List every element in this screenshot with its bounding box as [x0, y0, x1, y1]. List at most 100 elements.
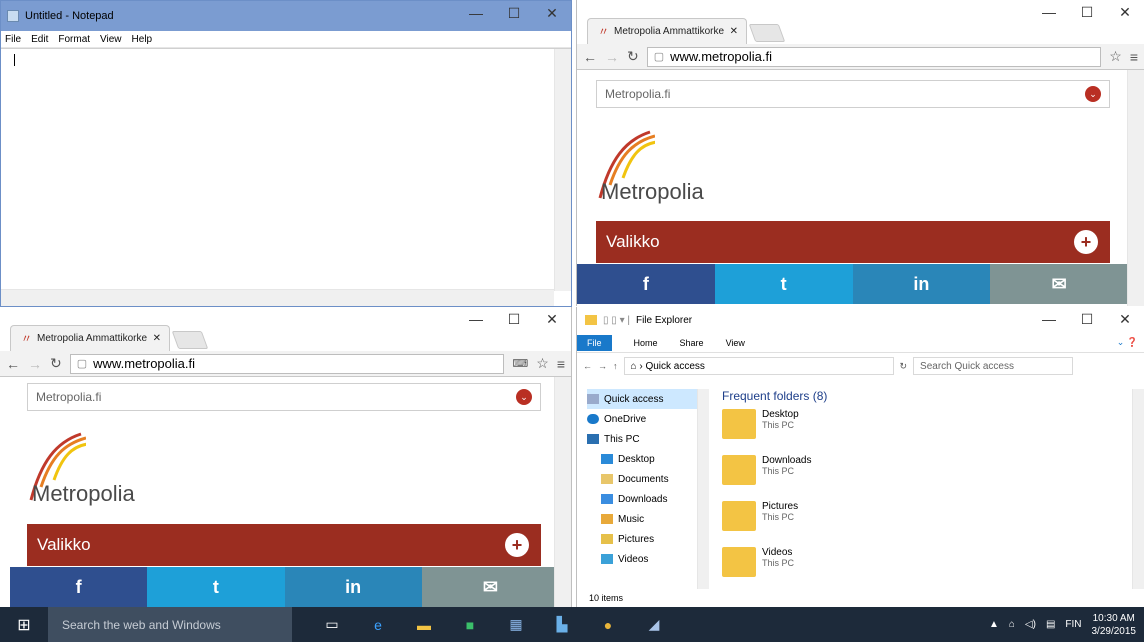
linkedin-icon[interactable]: in	[284, 567, 422, 607]
site-menu-bar[interactable]: Valikko +	[27, 524, 541, 566]
forward-icon[interactable]: →	[598, 361, 607, 371]
back-icon[interactable]: ←	[583, 49, 597, 65]
ribbon-tab-home[interactable]: Home	[634, 338, 658, 348]
site-search-box[interactable]: Metropolia.fi ⌄	[27, 383, 541, 411]
facebook-icon[interactable]: f	[10, 567, 148, 607]
mail-icon[interactable]: ✉	[421, 567, 559, 607]
explorer-address-bar[interactable]: ⌂ › Quick access	[623, 357, 894, 375]
metropolia-logo[interactable]: Metropolia	[595, 130, 745, 205]
folder-pictures[interactable]: Pictures This PC	[722, 501, 827, 547]
site-menu-bar[interactable]: Valikko +	[596, 221, 1110, 263]
quick-access-toolbar[interactable]: ▯ ▯ ▾ |	[603, 315, 630, 326]
close-button[interactable]: ✕	[1106, 307, 1144, 331]
notepad-taskbar-icon[interactable]: ◢	[638, 607, 670, 642]
menu-file[interactable]: File	[5, 34, 21, 45]
bookmark-star-icon[interactable]: ☆	[536, 355, 549, 372]
close-tab-icon[interactable]: ✕	[730, 26, 738, 37]
twitter-icon[interactable]: t	[714, 264, 853, 304]
maximize-button[interactable]: ☐	[1068, 307, 1106, 331]
menu-edit[interactable]: Edit	[31, 34, 48, 45]
forward-icon[interactable]: →	[28, 356, 42, 372]
chrome-icon[interactable]: ●	[592, 607, 624, 642]
nav-videos[interactable]: Videos	[587, 549, 707, 569]
close-button[interactable]: ✕	[533, 1, 571, 25]
frequent-folders-header[interactable]: Frequent folders (8)	[722, 389, 827, 403]
file-explorer-taskbar-icon[interactable]: ▬	[408, 607, 440, 642]
edge-icon[interactable]: e	[362, 607, 394, 642]
browser-tab[interactable]: 〃 Metropolia Ammattikorke ✕	[10, 325, 170, 351]
reload-icon[interactable]: ↻	[627, 48, 639, 65]
store-icon[interactable]: ■	[454, 607, 486, 642]
dropdown-icon[interactable]: ⌄	[1085, 86, 1101, 102]
folder-desktop[interactable]: Desktop This PC	[722, 409, 827, 455]
show-hidden-icons[interactable]: ▲	[989, 619, 999, 630]
nav-quick-access[interactable]: Quick access	[587, 389, 707, 409]
minimize-button[interactable]: —	[1030, 307, 1068, 331]
ribbon-tab-view[interactable]: View	[726, 338, 745, 348]
nav-music[interactable]: Music	[587, 509, 707, 529]
nav-pictures[interactable]: Pictures	[587, 529, 707, 549]
ribbon-tab-share[interactable]: Share	[680, 338, 704, 348]
twitter-icon[interactable]: t	[147, 567, 285, 607]
nav-desktop[interactable]: Desktop	[587, 449, 707, 469]
folder-downloads[interactable]: Downloads This PC	[722, 455, 827, 501]
menu-icon[interactable]: ≡	[557, 356, 565, 372]
menu-help[interactable]: Help	[132, 34, 153, 45]
close-tab-icon[interactable]: ✕	[153, 333, 161, 344]
facebook-icon[interactable]: f	[577, 264, 715, 304]
back-icon[interactable]: ←	[6, 356, 20, 372]
network-icon[interactable]: ⌂	[1009, 619, 1015, 630]
new-tab-button[interactable]	[748, 24, 786, 42]
site-search-box[interactable]: Metropolia.fi ⌄	[596, 80, 1110, 108]
menu-format[interactable]: Format	[58, 34, 90, 45]
notepad-vertical-scrollbar[interactable]	[554, 49, 571, 291]
expand-plus-icon[interactable]: +	[1074, 230, 1098, 254]
up-icon[interactable]: ↑	[613, 361, 618, 371]
nav-documents[interactable]: Documents	[587, 469, 707, 489]
volume-icon[interactable]: ◁)	[1025, 619, 1036, 630]
browser-tab[interactable]: 〃 Metropolia Ammattikorke ✕	[587, 18, 747, 44]
minimize-button[interactable]: —	[1030, 0, 1068, 24]
minimize-button[interactable]: —	[457, 307, 495, 331]
nav-this-pc[interactable]: This PC	[587, 429, 707, 449]
bookmark-star-icon[interactable]: ☆	[1109, 48, 1122, 65]
maximize-button[interactable]: ☐	[495, 1, 533, 25]
action-center-icon[interactable]: ▤	[1046, 619, 1055, 630]
task-view-icon[interactable]: ▭	[316, 607, 348, 642]
ribbon-tab-file[interactable]: File	[577, 334, 612, 351]
nav-onedrive[interactable]: OneDrive	[587, 409, 707, 429]
network-app-icon[interactable]: ▦	[500, 607, 532, 642]
expand-plus-icon[interactable]: +	[505, 533, 529, 557]
nav-pane-scrollbar[interactable]	[697, 389, 709, 589]
browser-scrollbar[interactable]	[1127, 70, 1144, 306]
address-bar[interactable]: ▢ www.metropolia.fi	[69, 353, 505, 374]
language-indicator[interactable]: FIN	[1065, 619, 1081, 630]
new-tab-button[interactable]	[171, 331, 209, 349]
browser-scrollbar[interactable]	[554, 377, 571, 607]
translate-icon[interactable]: ⌨	[512, 357, 528, 370]
reload-icon[interactable]: ↻	[50, 355, 62, 372]
menu-icon[interactable]: ≡	[1130, 49, 1138, 65]
address-bar[interactable]: ▢ www.metropolia.fi	[646, 46, 1102, 67]
forward-icon[interactable]: →	[605, 49, 619, 65]
menu-view[interactable]: View	[100, 34, 122, 45]
nav-downloads[interactable]: Downloads	[587, 489, 707, 509]
start-button[interactable]: ⊞	[0, 607, 48, 642]
maximize-button[interactable]: ☐	[495, 307, 533, 331]
pinned-app-icon[interactable]: ▙	[546, 607, 578, 642]
taskbar-search-box[interactable]: Search the web and Windows	[48, 607, 292, 642]
folder-videos[interactable]: Videos This PC	[722, 547, 827, 593]
content-scrollbar[interactable]	[1132, 389, 1144, 589]
mail-icon[interactable]: ✉	[990, 264, 1128, 304]
linkedin-icon[interactable]: in	[852, 264, 991, 304]
clock[interactable]: 10:30 AM 3/29/2015	[1092, 612, 1137, 638]
back-icon[interactable]: ←	[583, 361, 592, 371]
notepad-horizontal-scrollbar[interactable]	[1, 289, 554, 306]
dropdown-icon[interactable]: ⌄	[516, 389, 532, 405]
metropolia-logo[interactable]: Metropolia	[26, 432, 176, 507]
refresh-icon[interactable]: ↻	[900, 361, 908, 372]
notepad-text-area[interactable]	[1, 48, 571, 306]
help-icon[interactable]: ⌄ ❓	[1117, 337, 1138, 348]
close-button[interactable]: ✕	[533, 307, 571, 331]
minimize-button[interactable]: —	[457, 1, 495, 25]
